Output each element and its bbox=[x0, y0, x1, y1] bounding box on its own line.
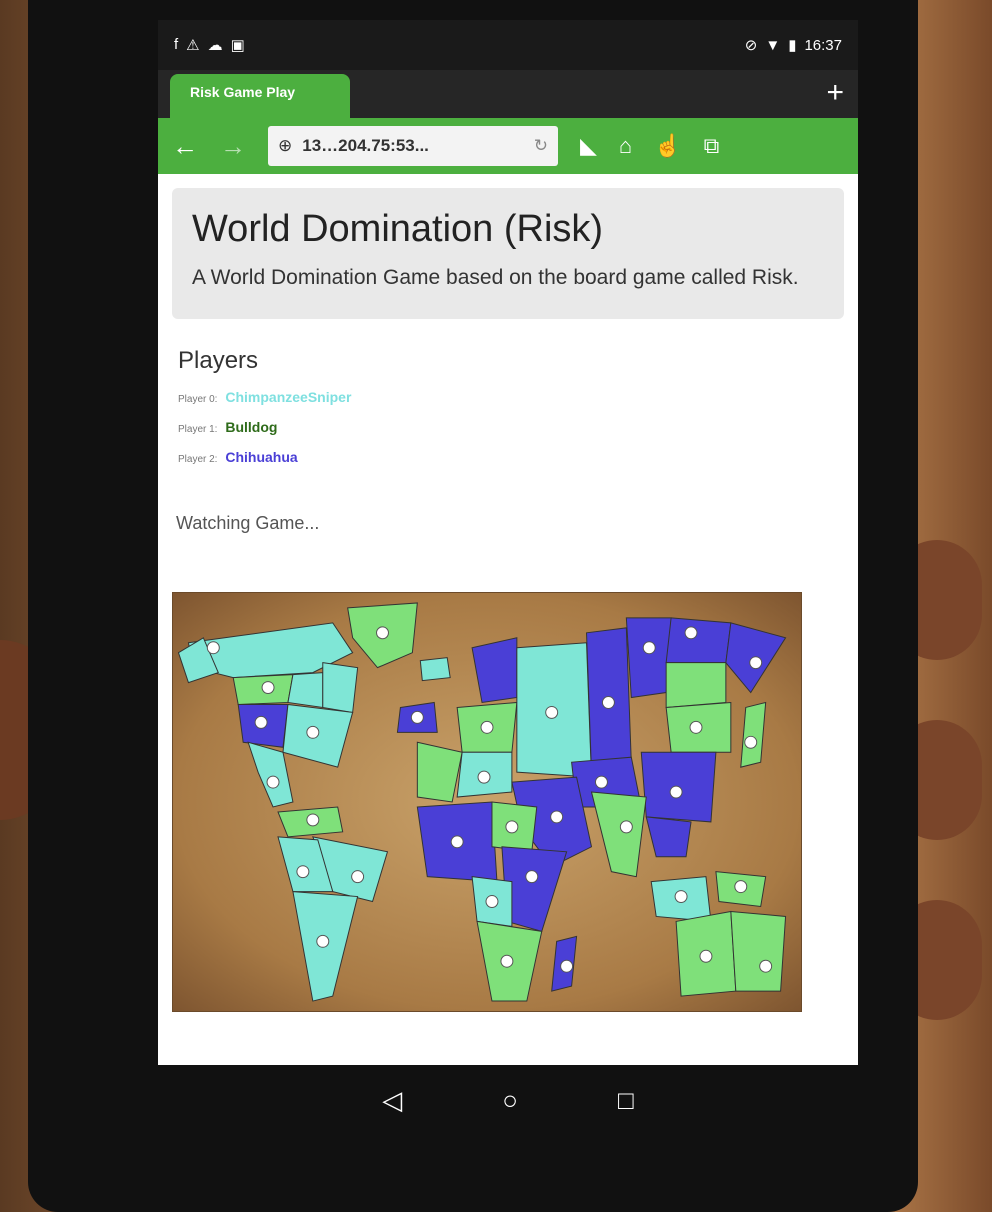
map-svg[interactable] bbox=[173, 593, 801, 1011]
wifi-icon: ▼ bbox=[765, 36, 781, 54]
home-circle-icon[interactable]: ○ bbox=[502, 1085, 518, 1116]
territory-eastern-australia[interactable] bbox=[730, 911, 787, 993]
page-subtitle: A World Domination Game based on the boa… bbox=[192, 266, 799, 289]
cloud-icon: ☁ bbox=[207, 37, 223, 54]
facebook-icon: f bbox=[174, 36, 179, 53]
territory-irkutsk[interactable] bbox=[665, 662, 727, 709]
territory-western-europe[interactable] bbox=[416, 742, 463, 803]
player-row: Player 1: Bulldog bbox=[178, 419, 838, 435]
android-nav-bar: ◁ ○ □ bbox=[158, 1065, 858, 1135]
page-title: World Domination (Risk) bbox=[192, 208, 604, 250]
tablet-screen: f ⚠ ☁ ▣ ⊘ ▼ ▮ 16:37 Risk Game Play + ← →… bbox=[158, 20, 858, 1065]
territory-siam[interactable] bbox=[645, 816, 692, 858]
recents-square-icon[interactable]: □ bbox=[618, 1085, 634, 1116]
players-section: Players Player 0: ChimpanzeeSniper Playe… bbox=[172, 319, 844, 465]
player-name: Chihuahua bbox=[225, 449, 298, 466]
gesture-icon[interactable]: ☝ bbox=[654, 133, 681, 159]
web-page: World Domination (Risk) A World Dominati… bbox=[158, 174, 858, 1013]
dolphin-icon[interactable]: ◣ bbox=[580, 133, 597, 159]
player-name: ChimpanzeeSniper bbox=[225, 389, 352, 406]
player-name: Bulldog bbox=[225, 419, 278, 436]
territory-india[interactable] bbox=[590, 791, 647, 878]
home-icon[interactable]: ⌂ bbox=[619, 133, 632, 159]
warning-icon: ⚠ bbox=[186, 37, 200, 54]
territory-quebec[interactable] bbox=[322, 662, 359, 714]
territory-siberia[interactable] bbox=[625, 617, 672, 699]
back-triangle-icon[interactable]: ◁ bbox=[382, 1085, 402, 1116]
browser-tab[interactable]: Risk Game Play bbox=[170, 74, 350, 118]
player-row: Player 0: ChimpanzeeSniper bbox=[178, 389, 838, 405]
reload-icon[interactable]: ↻ bbox=[534, 136, 548, 156]
territory-japan[interactable] bbox=[740, 702, 767, 769]
android-status-bar: f ⚠ ☁ ▣ ⊘ ▼ ▮ 16:37 bbox=[158, 20, 858, 70]
tablet-device: f ⚠ ☁ ▣ ⊘ ▼ ▮ 16:37 Risk Game Play + ← →… bbox=[28, 0, 918, 1212]
territory-yakutsk[interactable] bbox=[665, 617, 732, 664]
battery-icon: ▮ bbox=[788, 37, 797, 54]
clock: 16:37 bbox=[804, 36, 842, 54]
url-text: 13…204.75:53... bbox=[302, 136, 429, 155]
game-status: Watching Game... bbox=[176, 513, 320, 534]
tabs-icon[interactable]: ⧉ bbox=[704, 133, 720, 159]
block-icon: ⊘ bbox=[744, 37, 758, 54]
risk-world-map[interactable] bbox=[172, 592, 802, 1013]
player-label: Player 2: bbox=[178, 454, 218, 466]
territory-ontario[interactable] bbox=[287, 672, 324, 709]
player-label: Player 1: bbox=[178, 424, 218, 436]
territory-scandinavia[interactable] bbox=[471, 637, 518, 704]
player-row: Player 2: Chihuahua bbox=[178, 449, 838, 465]
browser-tab-strip: Risk Game Play + bbox=[158, 70, 858, 118]
address-bar[interactable]: ⊕ 13…204.75:53... ↻ bbox=[268, 126, 558, 166]
header-jumbotron: World Domination (Risk) A World Dominati… bbox=[172, 188, 844, 320]
new-tab-button[interactable]: + bbox=[826, 76, 844, 110]
browser-toolbar: ← → ⊕ 13…204.75:53... ↻ ◣ ⌂ ☝ ⧉ bbox=[158, 118, 858, 174]
globe-icon: ⊕ bbox=[278, 136, 293, 155]
image-icon: ▣ bbox=[230, 37, 245, 54]
player-label: Player 0: bbox=[178, 394, 218, 406]
territory-iceland[interactable] bbox=[419, 657, 451, 682]
forward-arrow-icon[interactable]: → bbox=[220, 131, 246, 162]
back-arrow-icon[interactable]: ← bbox=[172, 131, 198, 162]
players-heading: Players bbox=[178, 347, 259, 375]
